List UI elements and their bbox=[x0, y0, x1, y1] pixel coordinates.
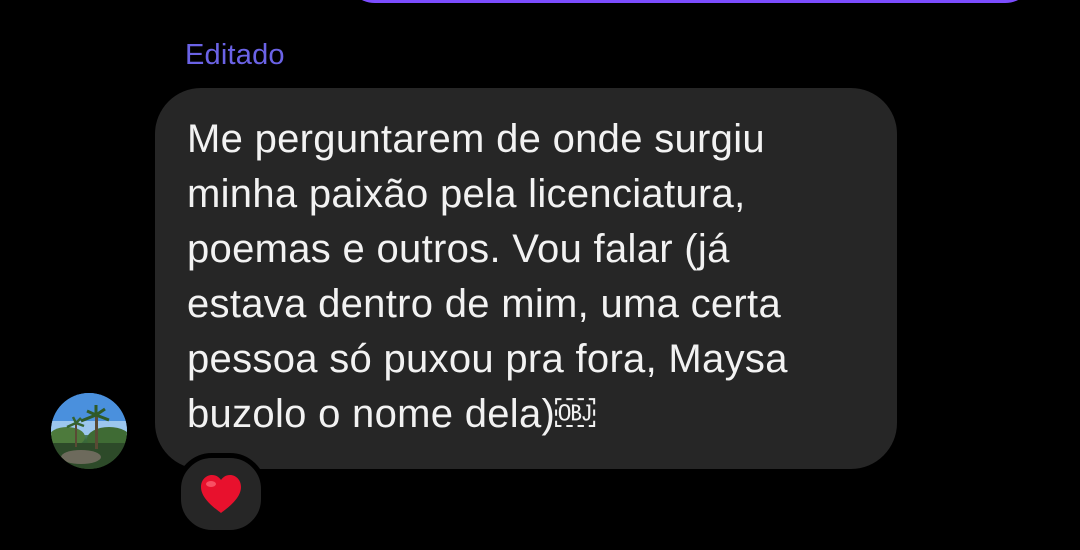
heart-icon bbox=[198, 473, 244, 515]
message-text: Me perguntarem de onde surgiu minha paix… bbox=[187, 117, 788, 436]
avatar-image bbox=[51, 393, 127, 469]
previous-sent-message-bubble[interactable] bbox=[345, 0, 1035, 3]
sender-avatar[interactable] bbox=[51, 393, 127, 469]
edited-label: Editado bbox=[185, 39, 285, 71]
reaction-badge[interactable] bbox=[176, 453, 266, 535]
